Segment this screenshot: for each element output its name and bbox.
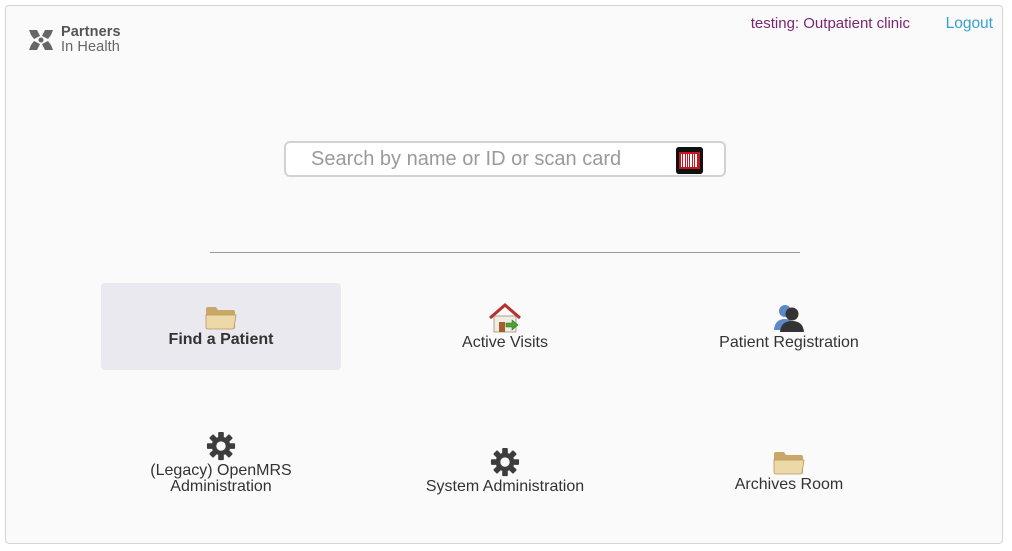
app-label: Patient Registration <box>719 334 859 351</box>
gear-icon <box>490 447 520 477</box>
app-label: System Administration <box>425 478 585 495</box>
section-divider <box>210 252 800 253</box>
app-frame: Partners In Health testing: Outpatient c… <box>5 5 1003 544</box>
folder-icon <box>205 307 237 330</box>
logo-line-2: In Health <box>61 39 120 55</box>
user-icon <box>774 305 804 332</box>
app-label: Find a Patient <box>168 331 274 348</box>
barcode-glyph <box>676 147 703 174</box>
pih-logo-mark-icon <box>29 30 53 50</box>
app-patient-registration[interactable]: Patient Registration <box>669 283 909 370</box>
patient-search-box <box>284 141 726 177</box>
app-label: (Legacy) OpenMRS Administration <box>150 462 292 495</box>
logo-line-1: Partners <box>61 24 121 40</box>
house-icon <box>489 303 521 333</box>
app-active-visits[interactable]: Active Visits <box>385 283 625 370</box>
barcode-icon[interactable] <box>676 147 703 174</box>
app-system-administration[interactable]: System Administration <box>385 443 625 497</box>
app-label: Active Visits <box>462 334 548 351</box>
session-location[interactable]: testing: Outpatient clinic <box>751 15 910 32</box>
patient-search-input[interactable] <box>286 143 674 175</box>
app-find-patient[interactable]: Find a Patient <box>101 283 341 370</box>
logout-link[interactable]: Logout <box>946 15 993 33</box>
app-label: Archives Room <box>734 476 844 493</box>
app-archives-room[interactable]: Archives Room <box>669 447 909 497</box>
logo-text: Partners In Health <box>61 25 121 55</box>
app-legacy-openmrs-administration[interactable]: (Legacy) OpenMRS Administration <box>101 427 341 497</box>
folder-icon <box>773 452 805 475</box>
pih-logo[interactable]: Partners In Health <box>27 25 121 55</box>
gear-icon <box>206 431 236 461</box>
